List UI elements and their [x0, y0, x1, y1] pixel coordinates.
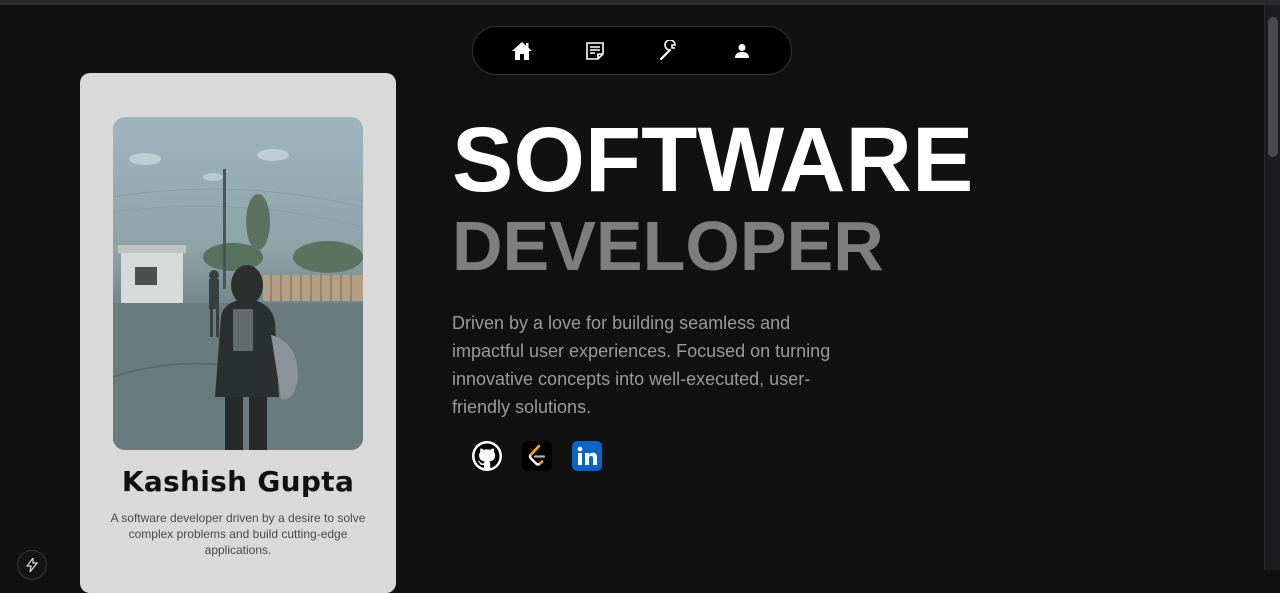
home-icon	[511, 41, 532, 60]
vertical-scrollbar[interactable]	[1264, 5, 1280, 570]
nav-blog-button[interactable]	[575, 31, 615, 71]
hero-subtitle: DEVELOPER	[452, 207, 884, 285]
social-links	[472, 441, 602, 471]
nav-about-button[interactable]	[722, 31, 762, 71]
leetcode-icon	[528, 444, 546, 466]
profile-card: Kashish Gupta A software developer drive…	[80, 73, 396, 593]
nav-tools-button[interactable]	[649, 31, 689, 71]
main-navbar	[472, 26, 792, 75]
github-link[interactable]	[472, 441, 502, 471]
profile-name: Kashish Gupta	[121, 465, 355, 498]
tools-icon	[659, 39, 676, 60]
linkedin-link[interactable]	[572, 441, 602, 471]
hero-title: SOFTWARE	[452, 109, 974, 211]
blog-icon	[586, 41, 605, 60]
theme-toggle-button[interactable]	[17, 550, 47, 580]
linkedin-icon	[577, 446, 597, 465]
hero-description: Driven by a love for building seamless a…	[452, 313, 831, 417]
scrollbar-thumb[interactable]	[1268, 17, 1278, 157]
profile-photo	[113, 117, 363, 450]
leetcode-link[interactable]	[522, 441, 552, 471]
profile-description: A software developer driven by a desire …	[110, 511, 366, 557]
profile-photo-image	[113, 149, 363, 450]
browser-top-strip	[0, 0, 1280, 5]
user-icon	[735, 43, 750, 58]
github-icon	[474, 443, 500, 469]
nav-home-button[interactable]	[502, 31, 542, 71]
